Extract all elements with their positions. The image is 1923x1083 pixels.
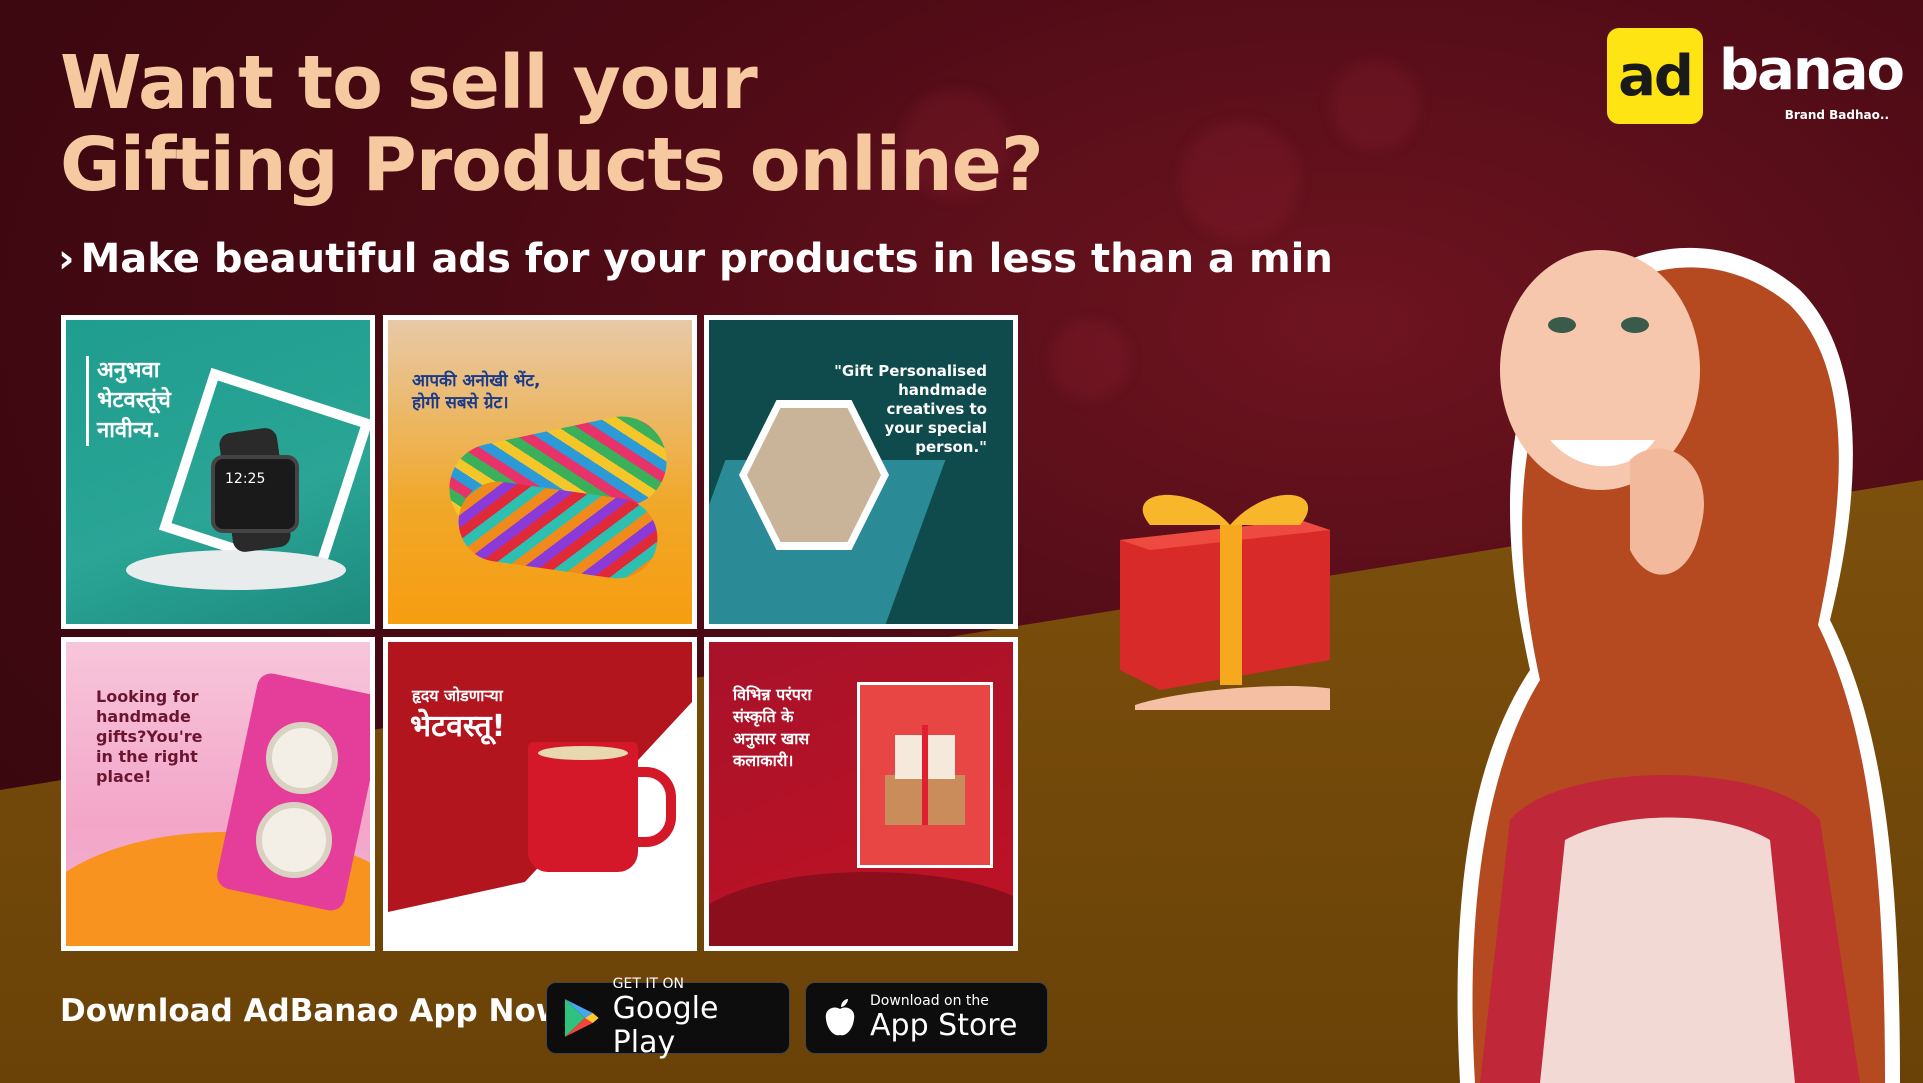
chevron-right-icon: › xyxy=(58,236,75,282)
woman-holding-gift-image xyxy=(1457,247,1900,1083)
ad-banner: Want to sell your Gifting Products onlin… xyxy=(0,0,1923,1083)
google-play-icon xyxy=(564,999,599,1037)
tile-caption: अनुभवा भेटवस्तूंचे नावीन्य. xyxy=(86,356,171,446)
headline-line-1: Want to sell your xyxy=(60,40,758,126)
download-label: Download AdBanao App Now xyxy=(60,993,565,1029)
pedestal xyxy=(126,550,346,590)
ad-sample-tile-watch[interactable]: 12:25 अनुभवा भेटवस्तूंचे नावीन्य. xyxy=(61,315,375,629)
candle-image xyxy=(266,722,338,794)
ribbon xyxy=(922,725,928,825)
app-store-button[interactable]: Download on the App Store xyxy=(805,982,1048,1054)
headline-line-2: Gifting Products online? xyxy=(60,122,1044,208)
bokeh-light xyxy=(1330,60,1420,150)
app-store-small-text: Download on the xyxy=(870,993,989,1009)
tile-caption: आपकी अनोखी भेंट, होगी सबसे ग्रेट। xyxy=(412,371,541,413)
ad-sample-tile-bracelets[interactable]: आपकी अनोखी भेंट, होगी सबसे ग्रेट। xyxy=(383,315,697,629)
tile-caption: "Gift Personalised handmade creatives to… xyxy=(834,362,987,456)
logo-tagline: Brand Badhao.. xyxy=(1784,108,1889,122)
photo-frame xyxy=(857,682,993,868)
bokeh-light xyxy=(1050,320,1130,400)
tile-caption: विभिन्न परंपरा संस्कृति के अनुसार खास कल… xyxy=(733,685,812,770)
adbanao-logo[interactable]: ad banao Brand Badhao.. xyxy=(1607,28,1905,128)
google-play-small-text: GET IT ON xyxy=(612,976,684,992)
mug-icon xyxy=(528,742,638,872)
mug-rim xyxy=(538,746,628,760)
headline: Want to sell your Gifting Products onlin… xyxy=(60,40,1044,208)
ad-sample-tile-gift-boxes[interactable]: विभिन्न परंपरा संस्कृति के अनुसार खास कल… xyxy=(704,637,1018,951)
watch-icon: 12:25 xyxy=(211,455,299,533)
candle-image xyxy=(256,802,332,878)
ad-sample-tile-candles[interactable]: Looking for handmade gifts?You're in the… xyxy=(61,637,375,951)
google-play-button[interactable]: GET IT ON Google Play xyxy=(546,976,790,1060)
subheadline: › Make beautiful ads for your products i… xyxy=(58,236,1333,282)
logo-mark: ad xyxy=(1607,28,1703,124)
mug-handle xyxy=(624,767,676,847)
ad-sample-tile-personalised[interactable]: "Gift Personalised handmade creatives to… xyxy=(704,315,1018,629)
google-play-big-text: Google Play xyxy=(612,991,719,1060)
app-store-big-text: App Store xyxy=(870,1008,1018,1043)
wave-shape xyxy=(709,872,1013,946)
apple-icon xyxy=(825,999,855,1036)
ad-sample-tile-mug[interactable]: हृदय जोडणाऱ्या भेटवस्तू! xyxy=(383,637,697,951)
tile-caption: Looking for handmade gifts?You're in the… xyxy=(96,687,203,786)
gift-box-icon xyxy=(1120,494,1330,710)
subheadline-text: Make beautiful ads for your products in … xyxy=(80,236,1333,282)
tile-caption-small: हृदय जोडणाऱ्या xyxy=(412,686,503,705)
tile-caption-big: भेटवस्तू! xyxy=(410,709,506,744)
logo-wordmark: banao xyxy=(1719,38,1905,103)
bokeh-light xyxy=(1180,120,1300,240)
